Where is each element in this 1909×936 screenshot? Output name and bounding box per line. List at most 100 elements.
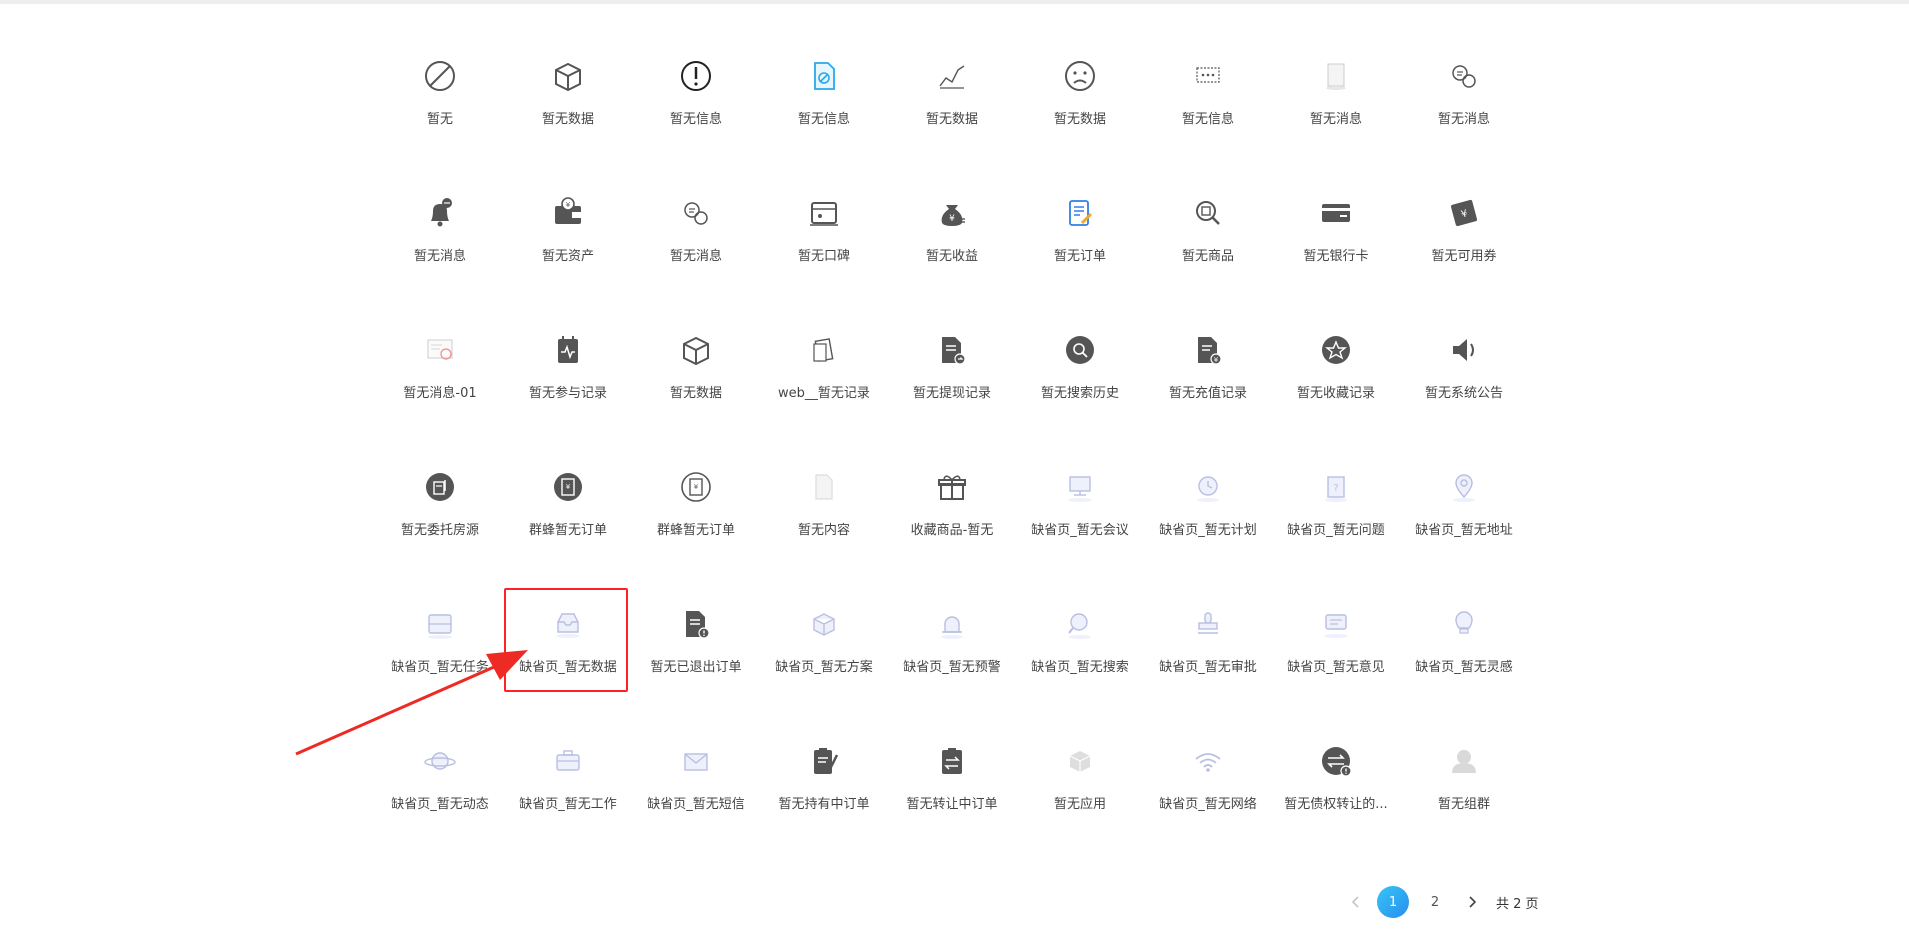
empty-state-item[interactable]: 暂无消息-01 bbox=[376, 316, 504, 453]
top-divider bbox=[0, 0, 1909, 4]
empty-state-item[interactable]: 暂无数据 bbox=[504, 42, 632, 179]
empty-state-label: 缺省页_暂无搜索 bbox=[1031, 660, 1129, 675]
clipboard-transfer-icon bbox=[932, 741, 972, 781]
empty-state-item[interactable]: 暂无数据 bbox=[632, 316, 760, 453]
empty-state-item[interactable]: 暂无收藏记录 bbox=[1272, 316, 1400, 453]
empty-state-label: 暂无信息 bbox=[1181, 112, 1234, 127]
empty-state-label: 暂无已退出订单 bbox=[650, 660, 742, 675]
svg-text:¥: ¥ bbox=[1214, 356, 1219, 364]
box-icon bbox=[676, 330, 716, 370]
empty-state-item[interactable]: ¥ 群蜂暂无订单 bbox=[632, 453, 760, 590]
empty-state-item[interactable]: 暂无信息 bbox=[760, 42, 888, 179]
search-empty-icon bbox=[1060, 604, 1100, 644]
empty-state-item[interactable]: 暂无口碑 bbox=[760, 179, 888, 316]
empty-state-item[interactable]: 缺省页_暂无预警 bbox=[888, 590, 1016, 727]
empty-state-label: 缺省页_暂无动态 bbox=[391, 797, 489, 812]
feedback-icon bbox=[1316, 604, 1356, 644]
document-alert-icon bbox=[676, 604, 716, 644]
empty-state-item[interactable]: 暂无数据 bbox=[888, 42, 1016, 179]
document-arrow-icon bbox=[932, 330, 972, 370]
empty-state-item[interactable]: 暂无搜索历史 bbox=[1016, 316, 1144, 453]
chevron-right-icon[interactable] bbox=[1456, 886, 1488, 918]
empty-state-item[interactable]: 暂无消息 bbox=[1400, 42, 1528, 179]
empty-state-label: 暂无银行卡 bbox=[1303, 249, 1369, 264]
empty-state-label: 缺省页_暂无会议 bbox=[1031, 523, 1129, 538]
empty-state-item[interactable]: ¥ 暂无收益 bbox=[888, 179, 1016, 316]
empty-state-label: 缺省页_暂无任务 bbox=[391, 660, 489, 675]
empty-state-item[interactable]: 缺省页_暂无网络 bbox=[1144, 727, 1272, 864]
empty-state-item[interactable]: 缺省页_暂无计划 bbox=[1144, 453, 1272, 590]
empty-state-label: 暂无 bbox=[426, 112, 453, 127]
empty-state-item[interactable]: 暂无组群 bbox=[1400, 727, 1528, 864]
empty-state-item[interactable]: 暂无内容 bbox=[760, 453, 888, 590]
empty-state-item[interactable]: 暂无订单 bbox=[1016, 179, 1144, 316]
empty-state-item[interactable]: 暂无数据 bbox=[1016, 42, 1144, 179]
empty-state-item[interactable]: ¥ 群蜂暂无订单 bbox=[504, 453, 632, 590]
empty-state-label: 暂无系统公告 bbox=[1424, 386, 1503, 401]
empty-state-item[interactable]: web__暂无记录 bbox=[760, 316, 888, 453]
empty-state-item[interactable]: 缺省页_暂无审批 bbox=[1144, 590, 1272, 727]
task-icon bbox=[420, 604, 460, 644]
empty-state-label: 缺省页_暂无灵感 bbox=[1415, 660, 1513, 675]
page-2-button[interactable]: 2 bbox=[1419, 886, 1451, 918]
empty-state-item[interactable]: 暂无商品 bbox=[1144, 179, 1272, 316]
chevron-left-icon[interactable] bbox=[1340, 886, 1372, 918]
cube-plan-icon bbox=[804, 604, 844, 644]
empty-state-item[interactable]: 暂无消息 bbox=[376, 179, 504, 316]
empty-state-item[interactable]: 缺省页_暂无意见 bbox=[1272, 590, 1400, 727]
empty-state-item[interactable]: 缺省页_暂无地址 bbox=[1400, 453, 1528, 590]
empty-state-label: 暂无可用券 bbox=[1431, 249, 1497, 264]
empty-state-label: 暂无数据 bbox=[925, 112, 978, 127]
stamp-icon bbox=[1188, 604, 1228, 644]
empty-state-item[interactable]: 缺省页_暂无搜索 bbox=[1016, 590, 1144, 727]
empty-state-item[interactable]: 暂无银行卡 bbox=[1272, 179, 1400, 316]
empty-state-item[interactable]: 缺省页_暂无方案 bbox=[760, 590, 888, 727]
empty-state-label: 缺省页_暂无方案 bbox=[775, 660, 873, 675]
empty-state-item[interactable]: 暂无消息 bbox=[1272, 42, 1400, 179]
app-cube-icon bbox=[1060, 741, 1100, 781]
briefcase-icon bbox=[548, 741, 588, 781]
location-icon bbox=[1444, 467, 1484, 507]
empty-state-label: 暂无提现记录 bbox=[912, 386, 991, 401]
empty-state-item[interactable]: ? 缺省页_暂无问题 bbox=[1272, 453, 1400, 590]
empty-state-item[interactable]: 缺省页_暂无工作 bbox=[504, 727, 632, 864]
empty-state-item[interactable]: 暂无参与记录 bbox=[504, 316, 632, 453]
empty-state-item[interactable]: ¥ 暂无可用券 bbox=[1400, 179, 1528, 316]
speaker-icon bbox=[1444, 330, 1484, 370]
empty-state-icon-grid: 暂无 暂无数据 暂无信息 暂无信息 暂无数据 暂无数据 暂无信息 暂无消息 暂无消息 暂无消息 ¥ 暂… bbox=[376, 42, 1528, 864]
bell-icon bbox=[420, 193, 460, 233]
empty-state-item[interactable]: 暂无信息 bbox=[1144, 42, 1272, 179]
page-1-button[interactable]: 1 bbox=[1377, 886, 1409, 918]
yen-order-outline-icon: ¥ bbox=[676, 467, 716, 507]
empty-state-item[interactable]: 缺省页_暂无短信 bbox=[632, 727, 760, 864]
storefront-icon bbox=[804, 193, 844, 233]
empty-state-item[interactable]: ¥ 暂无充值记录 bbox=[1144, 316, 1272, 453]
empty-state-item[interactable]: 暂无持有中订单 bbox=[760, 727, 888, 864]
product-search-icon bbox=[1188, 193, 1228, 233]
empty-state-item[interactable]: 暂无信息 bbox=[632, 42, 760, 179]
empty-state-item[interactable]: 暂无委托房源 bbox=[376, 453, 504, 590]
empty-state-item[interactable]: 暂无提现记录 bbox=[888, 316, 1016, 453]
file-forbidden-icon bbox=[804, 56, 844, 96]
empty-state-item[interactable]: ¥ 暂无资产 bbox=[504, 179, 632, 316]
empty-state-item[interactable]: 缺省页_暂无灵感 bbox=[1400, 590, 1528, 727]
cards-icon bbox=[804, 330, 844, 370]
empty-state-item[interactable]: 暂无已退出订单 bbox=[632, 590, 760, 727]
empty-state-item[interactable]: 缺省页_暂无数据 bbox=[504, 590, 632, 727]
empty-state-item[interactable]: 暂无消息 bbox=[632, 179, 760, 316]
empty-state-item[interactable]: 缺省页_暂无任务 bbox=[376, 590, 504, 727]
empty-state-item[interactable]: 暂无系统公告 bbox=[1400, 316, 1528, 453]
empty-state-label: 暂无资产 bbox=[541, 249, 594, 264]
empty-state-item[interactable]: 暂无转让中订单 bbox=[888, 727, 1016, 864]
empty-state-item[interactable]: 暂无 bbox=[376, 42, 504, 179]
empty-state-item[interactable]: 暂无债权转让的... bbox=[1272, 727, 1400, 864]
inbox-icon bbox=[548, 604, 588, 644]
empty-state-item[interactable]: 缺省页_暂无动态 bbox=[376, 727, 504, 864]
question-icon: ? bbox=[1316, 467, 1356, 507]
empty-state-item[interactable]: 暂无应用 bbox=[1016, 727, 1144, 864]
empty-state-item[interactable]: 收藏商品-暂无 bbox=[888, 453, 1016, 590]
empty-state-item[interactable]: 缺省页_暂无会议 bbox=[1016, 453, 1144, 590]
empty-state-label: 缺省页_暂无数据 bbox=[519, 660, 617, 675]
alarm-icon bbox=[932, 604, 972, 644]
empty-state-label: 缺省页_暂无工作 bbox=[519, 797, 617, 812]
